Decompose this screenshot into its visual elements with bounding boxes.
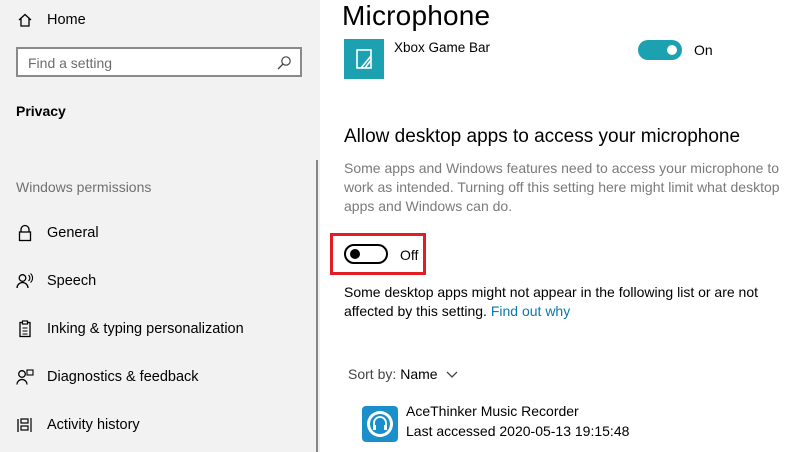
app-name: AceThinker Music Recorder	[406, 403, 579, 419]
sidebar-item-label: Inking & typing personalization	[47, 321, 244, 337]
toggle-knob	[667, 45, 677, 55]
lock-icon	[16, 224, 34, 242]
sort-value: Name	[400, 366, 438, 382]
sidebar-item-label: Activity history	[47, 417, 140, 433]
home-icon	[16, 11, 34, 29]
acethinker-app-icon	[362, 406, 398, 442]
search-placeholder: Find a setting	[28, 55, 113, 71]
category-label: Windows permissions	[16, 179, 152, 195]
find-out-why-link[interactable]: Find out why	[491, 303, 570, 319]
main-content: Microphone Xbox Game Bar On Allow deskto…	[320, 0, 800, 452]
search-input[interactable]: Find a setting	[16, 47, 302, 77]
clipboard-icon	[16, 320, 34, 338]
sidebar-item-diagnostics[interactable]: Diagnostics & feedback	[0, 357, 316, 397]
app-last-accessed: Last accessed 2020-05-13 19:15:48	[406, 423, 630, 439]
desktop-apps-heading: Allow desktop apps to access your microp…	[344, 126, 741, 147]
desktop-apps-description: Some apps and Windows features need to a…	[344, 160, 780, 214]
home-label: Home	[47, 12, 86, 28]
xbox-app-toggle[interactable]	[638, 40, 682, 60]
sidebar-scrollbar[interactable]	[316, 160, 318, 452]
sidebar: Home Find a setting Privacy Windows perm…	[0, 0, 320, 452]
section-title: Privacy	[16, 103, 66, 119]
home-nav-item[interactable]: Home	[0, 0, 316, 40]
sidebar-item-speech[interactable]: Speech	[0, 261, 316, 301]
sidebar-item-label: General	[47, 225, 99, 241]
page-title: Microphone	[342, 0, 491, 31]
sidebar-item-label: Speech	[47, 273, 97, 289]
xbox-app-name: Xbox Game Bar	[394, 40, 491, 55]
xbox-app-icon	[344, 39, 384, 79]
timeline-icon	[16, 416, 34, 434]
sidebar-item-general[interactable]: General	[0, 213, 316, 253]
person-feedback-icon	[16, 368, 34, 386]
desktop-apps-note: Some desktop apps might not appear in th…	[344, 283, 784, 321]
sidebar-item-inking[interactable]: Inking & typing personalization	[0, 309, 316, 349]
sort-label: Sort by:	[348, 366, 397, 382]
xbox-toggle-state: On	[694, 42, 713, 58]
highlight-box	[330, 233, 426, 275]
sort-dropdown[interactable]: Sort by: Name	[348, 366, 458, 382]
sidebar-item-activity-history[interactable]: Activity history	[0, 405, 316, 445]
search-icon	[276, 55, 292, 76]
speech-icon	[16, 272, 34, 290]
chevron-down-icon	[446, 366, 458, 382]
sidebar-item-label: Diagnostics & feedback	[47, 369, 199, 385]
